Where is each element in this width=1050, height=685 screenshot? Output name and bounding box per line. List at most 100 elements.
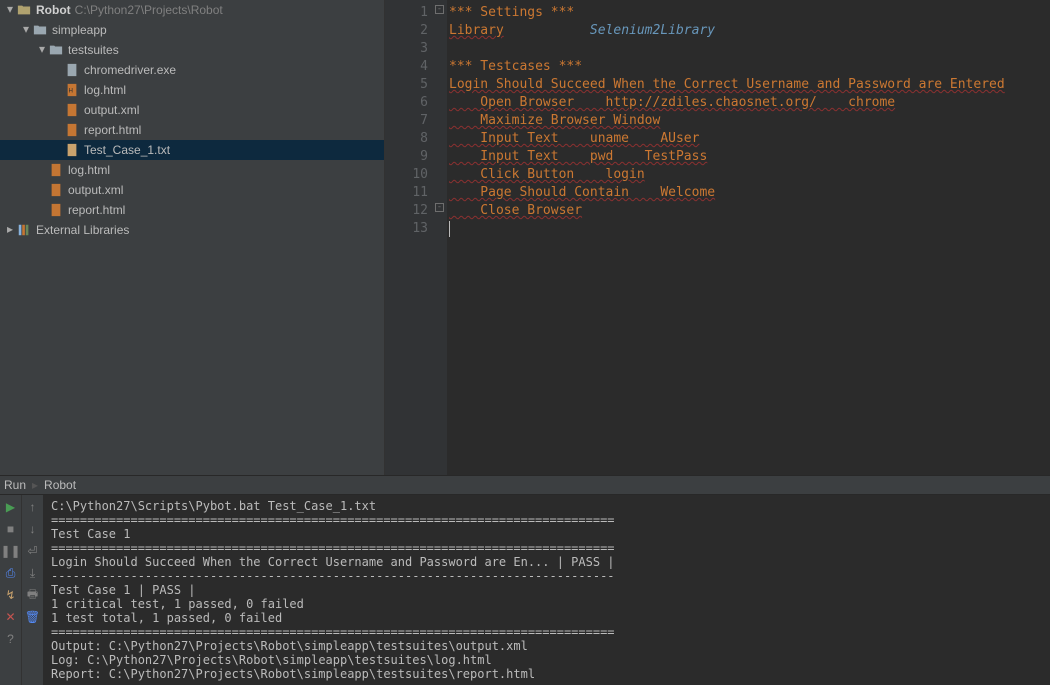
line-number: 10 bbox=[385, 166, 428, 184]
code-text: Library bbox=[449, 23, 504, 38]
code-text: Page Should Contain Welcome bbox=[449, 185, 715, 200]
tree-node-testcase1[interactable]: • Test_Case_1.txt bbox=[0, 140, 384, 160]
html-file-icon bbox=[48, 202, 64, 218]
text-cursor bbox=[449, 221, 450, 237]
line-number: 6 bbox=[385, 94, 428, 112]
xml-file-icon bbox=[64, 102, 80, 118]
tree-node-chromedriver[interactable]: • chromedriver.exe bbox=[0, 60, 384, 80]
code-text: Maximize Browser Window bbox=[449, 113, 660, 128]
run-header-label: Run bbox=[4, 478, 26, 492]
tree-label: log.html bbox=[84, 83, 126, 97]
xml-file-icon bbox=[48, 182, 64, 198]
rerun-button[interactable]: ▶ bbox=[3, 499, 19, 515]
caret-right-icon[interactable]: ▸ bbox=[4, 222, 16, 236]
line-number: 9 bbox=[385, 148, 428, 166]
code-text: *** Testcases *** bbox=[449, 59, 582, 74]
line-number: 1 bbox=[385, 4, 428, 22]
fold-marker-icon[interactable]: - bbox=[435, 5, 444, 14]
run-toolbar-right: ↑ ↓ ⏎ ⤓ 🖶 🗑 bbox=[21, 495, 43, 685]
project-tree[interactable]: ▾ Robot C:\Python27\Projects\Robot ▾ sim… bbox=[0, 0, 385, 475]
fold-column: - - bbox=[433, 0, 447, 475]
folder-icon bbox=[48, 42, 64, 58]
tree-node-external-libraries[interactable]: ▸ External Libraries bbox=[0, 220, 384, 240]
tree-node-simpleapp[interactable]: ▾ simpleapp bbox=[0, 20, 384, 40]
caret-down-icon[interactable]: ▾ bbox=[4, 2, 16, 16]
print-button[interactable]: 🖶 bbox=[25, 587, 41, 603]
caret-down-icon[interactable]: ▾ bbox=[36, 42, 48, 56]
down-button[interactable]: ↓ bbox=[25, 521, 41, 537]
console-line: Test Case 1 bbox=[51, 527, 1042, 541]
dump-button[interactable]: ⎙ bbox=[3, 565, 19, 581]
tree-label: output.xml bbox=[68, 183, 123, 197]
tree-node-log-html-2[interactable]: • log.html bbox=[0, 160, 384, 180]
up-button[interactable]: ↑ bbox=[25, 499, 41, 515]
tree-node-root[interactable]: ▾ Robot C:\Python27\Projects\Robot bbox=[0, 0, 384, 20]
project-name: Robot bbox=[36, 3, 71, 17]
line-number: 3 bbox=[385, 40, 428, 58]
console-line: 1 test total, 1 passed, 0 failed bbox=[51, 611, 1042, 625]
code-text: Login Should Succeed When the Correct Us… bbox=[449, 77, 1005, 92]
tree-label: External Libraries bbox=[36, 223, 129, 237]
console-line: 1 critical test, 1 passed, 0 failed bbox=[51, 597, 1042, 611]
line-number: 11 bbox=[385, 184, 428, 202]
trash-button[interactable]: 🗑 bbox=[25, 609, 41, 625]
code-text: Click Button login bbox=[449, 167, 645, 182]
console-line: Log: C:\Python27\Projects\Robot\simpleap… bbox=[51, 653, 1042, 667]
code-text: Selenium2Library bbox=[590, 23, 715, 38]
console-line: ========================================… bbox=[51, 541, 1042, 555]
tree-node-report-html-2[interactable]: • report.html bbox=[0, 200, 384, 220]
tree-label: report.html bbox=[68, 203, 125, 217]
console-line: ========================================… bbox=[51, 513, 1042, 527]
tree-label: log.html bbox=[68, 163, 110, 177]
line-number: 2 bbox=[385, 22, 428, 40]
tree-label: output.xml bbox=[84, 103, 139, 117]
console-line: Login Should Succeed When the Correct Us… bbox=[51, 555, 1042, 569]
stop-button[interactable]: ■ bbox=[3, 521, 19, 537]
line-number: 13 bbox=[385, 220, 428, 238]
tree-node-log-html[interactable]: • H log.html bbox=[0, 80, 384, 100]
play-icon: ▸ bbox=[32, 478, 38, 492]
run-panel-header[interactable]: Run ▸ Robot bbox=[0, 475, 1050, 495]
code-text: Open Browser http://zdiles.chaosnet.org/… bbox=[449, 95, 895, 110]
console-line: Report: C:\Python27\Projects\Robot\simpl… bbox=[51, 667, 1042, 681]
wrap-button[interactable]: ⏎ bbox=[25, 543, 41, 559]
line-number: 8 bbox=[385, 130, 428, 148]
close-button[interactable]: ✕ bbox=[3, 609, 19, 625]
txt-file-icon bbox=[64, 142, 80, 158]
code-text: *** Settings *** bbox=[449, 5, 574, 20]
pause-button[interactable]: ❚❚ bbox=[3, 543, 19, 559]
run-toolbar-left: ▶ ■ ❚❚ ⎙ ↯ ✕ ? bbox=[0, 495, 21, 685]
tree-label: report.html bbox=[84, 123, 141, 137]
pin-button[interactable]: ↯ bbox=[3, 587, 19, 603]
code-text: Input Text uname AUser bbox=[449, 131, 699, 146]
gutter: 1 2 3 4 5 6 7 8 9 10 11 12 13 bbox=[385, 0, 433, 475]
help-button[interactable]: ? bbox=[3, 631, 19, 647]
html-file-icon bbox=[64, 122, 80, 138]
folder-icon bbox=[32, 22, 48, 38]
tree-label: chromedriver.exe bbox=[84, 63, 176, 77]
html-file-icon: H bbox=[64, 82, 80, 98]
tree-node-output-xml-2[interactable]: • output.xml bbox=[0, 180, 384, 200]
caret-down-icon[interactable]: ▾ bbox=[20, 22, 32, 36]
fold-marker-icon[interactable]: - bbox=[435, 203, 444, 212]
run-panel: ▶ ■ ❚❚ ⎙ ↯ ✕ ? ↑ ↓ ⏎ ⤓ 🖶 🗑 C:\Python27\S… bbox=[0, 495, 1050, 685]
tree-label: testsuites bbox=[68, 43, 119, 57]
tree-label: Test_Case_1.txt bbox=[84, 143, 170, 157]
console-line: C:\Python27\Scripts\Pybot.bat Test_Case_… bbox=[51, 499, 1042, 513]
code-text: Close Browser bbox=[449, 203, 582, 218]
scroll-button[interactable]: ⤓ bbox=[25, 565, 41, 581]
line-number: 4 bbox=[385, 58, 428, 76]
line-number: 5 bbox=[385, 76, 428, 94]
svg-text:H: H bbox=[69, 88, 73, 95]
tree-node-report-html[interactable]: • report.html bbox=[0, 120, 384, 140]
tree-node-output-xml[interactable]: • output.xml bbox=[0, 100, 384, 120]
project-path: C:\Python27\Projects\Robot bbox=[75, 3, 223, 17]
console-output[interactable]: C:\Python27\Scripts\Pybot.bat Test_Case_… bbox=[43, 495, 1050, 685]
console-line: ----------------------------------------… bbox=[51, 569, 1042, 583]
run-config-name: Robot bbox=[44, 478, 76, 492]
editor-content[interactable]: *** Settings *** Library Selenium2Librar… bbox=[447, 0, 1050, 475]
code-editor: 1 2 3 4 5 6 7 8 9 10 11 12 13 - - *** Se… bbox=[385, 0, 1050, 475]
tree-node-testsuites[interactable]: ▾ testsuites bbox=[0, 40, 384, 60]
libraries-icon bbox=[16, 222, 32, 238]
line-number: 12 bbox=[385, 202, 428, 220]
